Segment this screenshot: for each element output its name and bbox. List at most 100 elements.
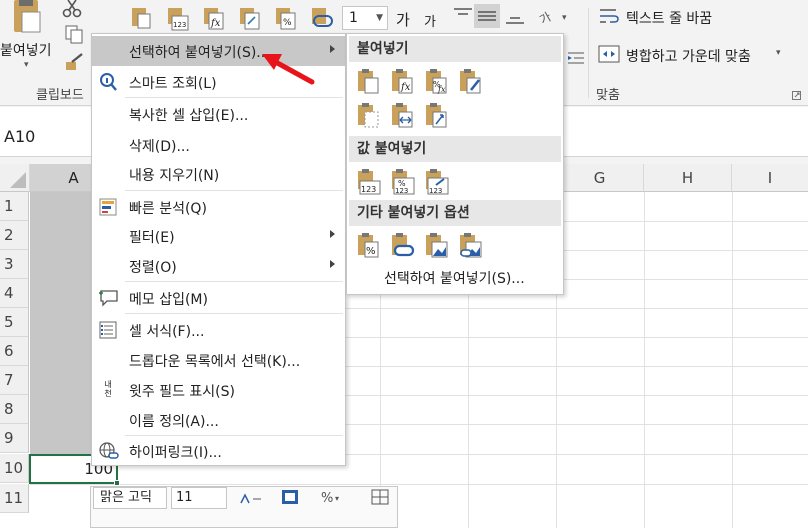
decrease-font-button[interactable]: 가	[424, 11, 436, 30]
menu-item-label: 셀 서식(F)...	[129, 324, 205, 340]
mini-sort-icon[interactable]	[237, 491, 267, 509]
menu-item-pick-from-dropdown[interactable]: 드롭다운 목록에서 선택(K)...	[92, 345, 345, 375]
paste-button-label[interactable]: 붙여넣기	[0, 40, 52, 60]
row-header[interactable]: 7	[0, 366, 29, 395]
wrap-text-button[interactable]: 텍스트 줄 바꿈	[626, 8, 712, 28]
menu-item-sort[interactable]: 정렬(O)	[92, 251, 345, 281]
menu-item-label: 스마트 조회(L)	[129, 76, 217, 92]
column-header-g[interactable]: G	[556, 164, 644, 192]
row-header[interactable]: 2	[0, 221, 29, 250]
row-header[interactable]: 6	[0, 337, 29, 366]
paste-link-icon[interactable]	[389, 232, 417, 260]
row-header[interactable]: 5	[0, 308, 29, 337]
wrap-text-icon[interactable]	[598, 6, 620, 30]
menu-item-insert-comment[interactable]: 메모 삽입(M)	[92, 283, 345, 313]
menu-item-insert-copied-cells[interactable]: 복사한 셀 삽입(E)...	[92, 99, 345, 129]
row-header[interactable]: 1	[0, 192, 29, 221]
paste-values-source-formatting-icon[interactable]: 123	[423, 168, 451, 196]
column-header-i[interactable]: I	[732, 164, 808, 192]
row-header[interactable]: 9	[0, 424, 29, 453]
paste-link-icon[interactable]	[310, 6, 334, 34]
paste-transpose-icon[interactable]	[238, 6, 262, 34]
menu-item-format-cells[interactable]: 셀 서식(F)...	[92, 315, 345, 345]
merge-center-button[interactable]: 병합하고 가운데 맞춤	[626, 46, 751, 66]
fx-glyph: fx	[437, 85, 446, 94]
paste-formatting-icon[interactable]: %	[355, 232, 383, 260]
submenu-chevron-icon	[330, 230, 335, 238]
paste-formulas-icon[interactable]: fx	[202, 6, 226, 34]
copy-icon[interactable]	[64, 24, 84, 48]
menu-item-label: 하이퍼링크(I)...	[129, 445, 222, 461]
paste-keep-source-formatting-icon[interactable]	[457, 68, 485, 96]
menu-item-label: 정렬(O)	[129, 260, 177, 276]
menu-item-delete[interactable]: 삭제(D)...	[92, 130, 345, 160]
font-size-value: 1	[349, 10, 358, 26]
menu-item-clear-contents[interactable]: 내용 지우기(N)	[92, 159, 345, 189]
paste-formatting-icon[interactable]: %	[274, 6, 298, 34]
merge-center-chevron-icon[interactable]: ▾	[776, 48, 781, 58]
paste-values-icon[interactable]: 123	[166, 6, 190, 36]
row-header[interactable]: 3	[0, 250, 29, 279]
menu-item-label: 빠른 분석(Q)	[129, 201, 207, 217]
excel-window: 붙여넣기 ▾ 클립보드 123 fx % 1 ▼ 가 가 가 ▾ 텍스트 줄 바…	[0, 0, 808, 528]
menu-item-label: 윗주 필드 표시(S)	[129, 384, 235, 400]
paste-formulas-number-format-icon[interactable]: % fx	[423, 68, 451, 96]
menu-item-label: 삭제(D)...	[129, 139, 190, 155]
row-header[interactable]: 10	[0, 454, 29, 483]
paste-linked-picture-icon[interactable]	[457, 232, 485, 260]
gridline	[30, 484, 808, 485]
format-cells-icon	[98, 320, 120, 340]
paste-formulas-icon[interactable]: fx	[389, 68, 417, 96]
font-size-chevron-icon: ▼	[376, 13, 383, 23]
row-header[interactable]: 8	[0, 395, 29, 424]
cut-scissors-icon[interactable]	[62, 0, 82, 22]
font-size-select[interactable]: 1 ▼	[342, 6, 388, 30]
increase-font-button[interactable]: 가	[396, 9, 410, 30]
mini-font-name-select[interactable]: 맑은 고딕	[93, 487, 167, 509]
value-badge-text: 123	[429, 187, 442, 195]
paste-values-number-format-icon[interactable]: % 123	[389, 168, 417, 196]
menu-separator	[125, 313, 343, 314]
mini-border-icon[interactable]	[371, 489, 391, 509]
smart-lookup-icon	[98, 72, 120, 92]
paste-clipboard-icon[interactable]	[10, 0, 42, 38]
paste-keep-column-widths-icon[interactable]	[389, 102, 417, 130]
paste-option-icon[interactable]	[130, 6, 152, 34]
fx-glyph: fx	[400, 82, 411, 93]
value-badge-text: 123	[395, 187, 408, 195]
mini-format-icon[interactable]	[281, 489, 299, 509]
clipboard-group-label: 클립보드	[36, 88, 84, 103]
text-orientation-icon[interactable]: 가 ▾	[537, 6, 572, 30]
align-bottom-icon[interactable]	[504, 6, 526, 30]
paste-icon[interactable]	[355, 68, 383, 96]
value-badge-text: 123	[361, 185, 376, 194]
merge-center-icon[interactable]	[598, 44, 620, 68]
mini-percent-icon[interactable]: % ▾	[319, 489, 345, 509]
row-header[interactable]: 4	[0, 279, 29, 308]
align-top-icon[interactable]	[452, 6, 474, 30]
paste-no-borders-icon[interactable]	[355, 102, 383, 130]
menu-separator	[125, 281, 343, 282]
format-painter-icon[interactable]	[64, 52, 86, 76]
align-middle-icon[interactable]	[474, 4, 500, 28]
column-header-h[interactable]: H	[644, 164, 732, 192]
row-header[interactable]: 11	[0, 484, 29, 513]
menu-item-label: 필터(E)	[129, 230, 175, 246]
dialog-launcher-icon[interactable]	[792, 90, 802, 105]
menu-item-filter[interactable]: 필터(E)	[92, 221, 345, 251]
paste-dropdown-chevron-icon[interactable]: ▾	[24, 60, 29, 70]
name-box[interactable]: A10	[4, 127, 35, 146]
paste-picture-icon[interactable]	[423, 232, 451, 260]
submenu-chevron-icon	[330, 45, 335, 53]
paste-transpose-icon[interactable]	[423, 102, 451, 130]
context-menu: 선택하여 붙여넣기(S)... 스마트 조회(L) 복사한 셀 삽입(E)...…	[91, 33, 346, 466]
menu-item-hyperlink[interactable]: 하이퍼링크(I)...	[92, 436, 345, 466]
mini-font-size-select[interactable]: 11	[171, 487, 227, 509]
paste-values-icon[interactable]: 123	[355, 168, 383, 196]
menu-item-define-name[interactable]: 이름 정의(A)...	[92, 405, 345, 435]
menu-item-quick-analysis[interactable]: 빠른 분석(Q)	[92, 192, 345, 222]
paste-special-dialog-link[interactable]: 선택하여 붙여넣기(S)...	[384, 268, 525, 288]
select-all-corner[interactable]	[0, 164, 30, 192]
indent-icon[interactable]	[566, 50, 586, 72]
menu-item-phonetic-field[interactable]: 내천 윗주 필드 표시(S)	[92, 375, 345, 405]
